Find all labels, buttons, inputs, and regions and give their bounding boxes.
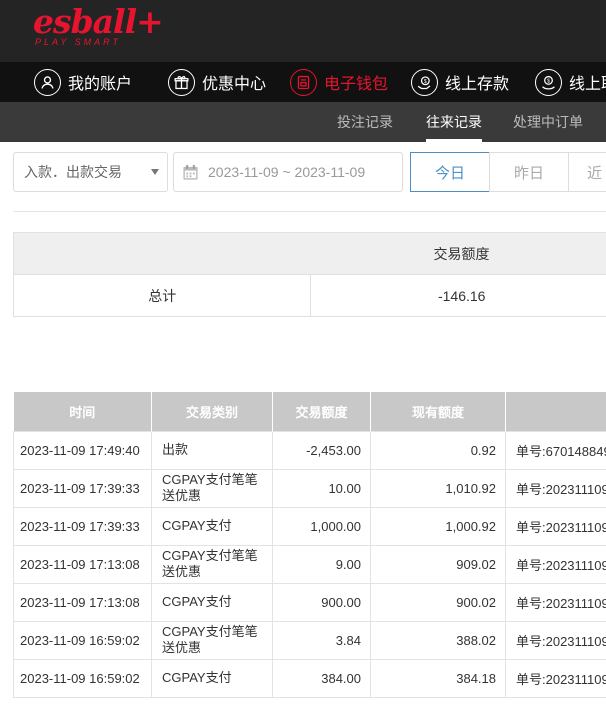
caret-down-icon bbox=[151, 169, 159, 175]
date-range-value: 2023-11-09 ~ 2023-11-09 bbox=[208, 164, 366, 180]
nav-item-online-deposit[interactable]: $ 线上存款 bbox=[411, 62, 509, 102]
cell-time: 2023-11-09 17:13:08 bbox=[13, 544, 152, 584]
cell-time: 2023-11-09 17:39:33 bbox=[13, 468, 152, 508]
summary-total-value: -146.16 bbox=[310, 274, 606, 317]
table-row: 2023-11-09 16:59:02 CGPAY支付笔笔送优惠 3.84 38… bbox=[13, 620, 606, 660]
select-value: 入款．出款交易 bbox=[24, 164, 122, 180]
table-row: 2023-11-09 17:39:33 CGPAY支付 1,000.00 1,0… bbox=[13, 506, 606, 546]
nav-item-label: 线上取 bbox=[569, 76, 606, 93]
cell-amount: -2,453.00 bbox=[272, 430, 371, 470]
summary-table: 交易额度 总计 -146.16 bbox=[12, 232, 606, 317]
nav-item-label: 优惠中心 bbox=[202, 76, 267, 93]
date-range-input[interactable]: 2023-11-09 ~ 2023-11-09 bbox=[173, 152, 403, 192]
cell-order-number: 单号:202311109 bbox=[505, 506, 606, 546]
cell-time: 2023-11-09 17:39:33 bbox=[13, 506, 152, 546]
cell-type: CGPAY支付 bbox=[151, 506, 273, 546]
filter-bar: 入款．出款交易 2023-11-09 ~ 2023-11-09 今日 昨日 近 bbox=[0, 152, 606, 192]
cell-balance: 1,010.92 bbox=[370, 468, 506, 508]
nav-item-label: 线上存款 bbox=[445, 76, 510, 93]
column-header-note bbox=[505, 392, 606, 431]
cell-amount: 3.84 bbox=[272, 620, 371, 660]
top-header: esball+ PLAY SMART bbox=[0, 0, 606, 62]
tab-pending-orders[interactable]: 处理中订单 bbox=[513, 102, 583, 142]
nav-item-online-withdraw[interactable]: $ 线上取 bbox=[535, 62, 606, 102]
calendar-icon bbox=[183, 164, 198, 180]
cell-type: CGPAY支付笔笔送优惠 bbox=[151, 544, 273, 584]
nav-item-label: 电子钱包 bbox=[324, 76, 389, 93]
cell-balance: 900.02 bbox=[370, 582, 506, 622]
deposit-icon: $ bbox=[411, 68, 438, 96]
column-header-balance[interactable]: 现有额度 bbox=[370, 392, 506, 431]
column-header-amount[interactable]: 交易额度 bbox=[272, 392, 371, 431]
wallet-icon bbox=[290, 68, 317, 96]
main-nav: 我的账户 优惠中心 电子钱包 $ 线上存款 $ 线上取 bbox=[0, 62, 606, 102]
table-header-row: 时间 交易类别 交易额度 现有额度 bbox=[13, 392, 606, 431]
tab-bet-records[interactable]: 投注记录 bbox=[337, 102, 393, 142]
cell-order-number: 单号:670148849 bbox=[505, 430, 606, 470]
tab-transaction-records[interactable]: 往来记录 bbox=[426, 102, 482, 142]
cell-amount: 384.00 bbox=[272, 658, 371, 698]
svg-text:$: $ bbox=[424, 78, 427, 84]
cell-balance: 909.02 bbox=[370, 544, 506, 584]
today-button[interactable]: 今日 bbox=[410, 152, 490, 192]
table-row: 2023-11-09 17:39:33 CGPAY支付笔笔送优惠 10.00 1… bbox=[13, 468, 606, 508]
summary-header-empty bbox=[12, 232, 311, 275]
nav-item-e-wallet[interactable]: 电子钱包 bbox=[290, 62, 388, 102]
cell-amount: 10.00 bbox=[272, 468, 371, 508]
summary-header-amount: 交易额度 bbox=[310, 232, 606, 275]
cell-type: CGPAY支付笔笔送优惠 bbox=[151, 468, 273, 508]
table-row: 2023-11-09 17:13:08 CGPAY支付 900.00 900.0… bbox=[13, 582, 606, 622]
withdraw-icon: $ bbox=[535, 68, 562, 96]
cell-order-number: 单号:202311109 bbox=[505, 658, 606, 698]
summary-total-row: 总计 -146.16 bbox=[12, 274, 606, 317]
cell-type: CGPAY支付 bbox=[151, 582, 273, 622]
cell-order-number: 单号:202311109 bbox=[505, 468, 606, 508]
divider bbox=[13, 211, 606, 212]
cell-type: CGPAY支付笔笔送优惠 bbox=[151, 620, 273, 660]
cell-time: 2023-11-09 17:49:40 bbox=[13, 430, 152, 470]
column-header-type[interactable]: 交易类别 bbox=[151, 392, 273, 431]
transaction-type-select[interactable]: 入款．出款交易 bbox=[13, 152, 168, 192]
cell-amount: 900.00 bbox=[272, 582, 371, 622]
gift-icon bbox=[168, 68, 195, 96]
cell-time: 2023-11-09 16:59:02 bbox=[13, 620, 152, 660]
svg-text:$: $ bbox=[547, 78, 550, 84]
summary-total-label: 总计 bbox=[12, 274, 312, 317]
cell-balance: 1,000.92 bbox=[370, 506, 506, 546]
cell-order-number: 单号:202311109 bbox=[505, 582, 606, 622]
table-row: 2023-11-09 17:49:40 出款 -2,453.00 0.92 单号… bbox=[13, 430, 606, 470]
nav-item-label: 我的账户 bbox=[68, 76, 133, 93]
column-header-time[interactable]: 时间 bbox=[13, 392, 152, 431]
table-row: 2023-11-09 16:59:02 CGPAY支付 384.00 384.1… bbox=[13, 658, 606, 698]
logo-text: esball+ bbox=[33, 2, 164, 41]
cell-type: CGPAY支付 bbox=[151, 658, 273, 698]
cell-order-number: 单号:202311109 bbox=[505, 544, 606, 584]
cell-amount: 9.00 bbox=[272, 544, 371, 584]
nav-item-promotions[interactable]: 优惠中心 bbox=[168, 62, 266, 102]
table-row: 2023-11-09 17:13:08 CGPAY支付笔笔送优惠 9.00 90… bbox=[13, 544, 606, 584]
cell-balance: 384.18 bbox=[370, 658, 506, 698]
cell-time: 2023-11-09 17:13:08 bbox=[13, 582, 152, 622]
summary-header-row: 交易额度 bbox=[12, 232, 606, 275]
sub-nav: 投注记录 往来记录 处理中订单 bbox=[0, 102, 606, 142]
cell-amount: 1,000.00 bbox=[272, 506, 371, 546]
nav-item-my-account[interactable]: 我的账户 bbox=[34, 62, 132, 102]
recent-button[interactable]: 近 bbox=[568, 152, 606, 192]
cell-time: 2023-11-09 16:59:02 bbox=[13, 658, 152, 698]
cell-order-number: 单号:202311109 bbox=[505, 620, 606, 660]
cell-type: 出款 bbox=[151, 430, 273, 470]
cell-balance: 388.02 bbox=[370, 620, 506, 660]
user-icon bbox=[34, 68, 61, 96]
esball-logo[interactable]: esball+ PLAY SMART bbox=[33, 2, 164, 48]
cell-balance: 0.92 bbox=[370, 430, 506, 470]
transaction-records-table: 时间 交易类别 交易额度 现有额度 2023-11-09 17:49:40 出款… bbox=[13, 392, 606, 698]
yesterday-button[interactable]: 昨日 bbox=[489, 152, 569, 192]
